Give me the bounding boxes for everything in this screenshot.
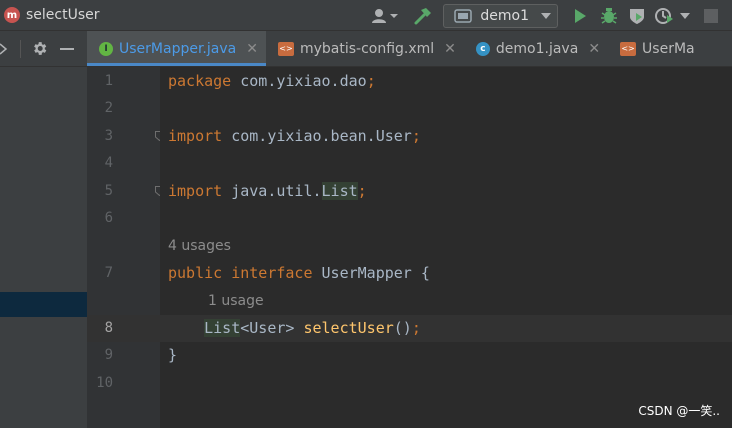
- close-icon[interactable]: ✕: [588, 41, 600, 57]
- project-panel-header: [0, 31, 87, 67]
- tab-demo1-java[interactable]: c demo1.java ✕: [464, 31, 608, 66]
- line-number: 4: [104, 155, 113, 171]
- navigation-breadcrumb[interactable]: m selectUser: [4, 7, 100, 23]
- keyword-token: ;: [357, 182, 367, 200]
- run-configuration-select[interactable]: demo1: [443, 3, 558, 28]
- keyword-token: ;: [366, 72, 376, 90]
- usages-hint[interactable]: 4 usages: [168, 233, 231, 260]
- keyword-token: import: [168, 127, 223, 145]
- code-line[interactable]: [160, 205, 732, 232]
- editor-tabs: I UserMapper.java ✕ <> mybatis-config.xm…: [87, 31, 732, 67]
- close-icon[interactable]: ✕: [246, 41, 258, 57]
- line-number: 2: [104, 100, 113, 116]
- code-token: <User>: [240, 319, 304, 337]
- minimize-icon[interactable]: [60, 42, 74, 56]
- stop-icon[interactable]: [704, 4, 718, 28]
- xml-icon: <>: [620, 41, 637, 56]
- tab-label: mybatis-config.xml: [299, 40, 435, 57]
- line-number: 9: [104, 347, 113, 363]
- code-line[interactable]: [160, 370, 732, 397]
- code-text: package com.yixiao.dao;: [160, 72, 376, 90]
- code-line[interactable]: package com.yixiao.dao;: [160, 68, 732, 95]
- code-line[interactable]: import com.yixiao.bean.User;: [160, 123, 732, 150]
- highlighted-identifier: List: [321, 182, 358, 200]
- run-config-label: demo1: [480, 7, 529, 24]
- close-icon[interactable]: ✕: [444, 41, 456, 57]
- profile-icon[interactable]: [654, 4, 676, 28]
- line-number: 6: [104, 210, 113, 226]
- keyword-token: ;: [411, 319, 421, 337]
- line-number: 8: [104, 320, 113, 336]
- keyword-token: package: [168, 72, 232, 90]
- keyword-token: ;: [411, 127, 421, 145]
- code-text: public interface UserMapper {: [160, 264, 430, 282]
- code-text: }: [160, 346, 177, 364]
- line-number: 3: [104, 128, 113, 144]
- line-number: 5: [104, 183, 113, 199]
- code-token: com.yixiao.dao: [231, 72, 367, 90]
- xml-icon: <>: [277, 41, 294, 56]
- tab-label: demo1.java: [495, 40, 579, 57]
- tab-label: UserMapper.java: [119, 40, 237, 57]
- tab-usermapper-xml[interactable]: <> UserMa: [608, 31, 703, 66]
- project-panel: [0, 31, 87, 428]
- gear-icon[interactable]: [31, 40, 48, 57]
- run-icon[interactable]: [572, 4, 588, 28]
- code-line[interactable]: List<User> selectUser();: [160, 315, 732, 342]
- code-line[interactable]: [160, 95, 732, 122]
- code-line[interactable]: public interface UserMapper {: [160, 260, 732, 287]
- tab-usermapper-java[interactable]: I UserMapper.java ✕: [87, 31, 266, 66]
- interface-icon: I: [99, 41, 113, 56]
- watermark: CSDN @一笑..: [638, 404, 720, 418]
- build-hammer-icon[interactable]: [413, 4, 433, 28]
- code-token: java.util.: [222, 182, 322, 200]
- tab-mybatis-config-xml[interactable]: <> mybatis-config.xml ✕: [266, 31, 464, 66]
- code-line[interactable]: import java.util.List;: [160, 178, 732, 205]
- user-icon[interactable]: [371, 4, 399, 28]
- keyword-token: public: [168, 264, 223, 282]
- toolbar-actions: demo1: [371, 0, 732, 31]
- usages-hint[interactable]: 1 usage: [208, 288, 264, 315]
- keyword-token: import: [168, 182, 223, 200]
- code-line[interactable]: }: [160, 342, 732, 369]
- line-number: 7: [104, 265, 113, 281]
- more-dropdown-icon[interactable]: [680, 4, 690, 28]
- breadcrumb-method-label: selectUser: [26, 7, 100, 23]
- collapse-arrows-icon[interactable]: [0, 41, 10, 57]
- highlighted-identifier: List: [204, 319, 241, 337]
- class-icon: c: [475, 41, 490, 56]
- code-text: List<User> selectUser();: [160, 319, 421, 337]
- code-editor[interactable]: package com.yixiao.dao; import com.yixia…: [160, 67, 732, 428]
- coverage-icon[interactable]: [628, 4, 646, 28]
- code-line[interactable]: [160, 150, 732, 177]
- run-config-icon: [454, 8, 473, 23]
- line-number: 10: [96, 375, 113, 391]
- code-token: UserMapper {: [312, 264, 430, 282]
- selected-tree-row[interactable]: [0, 292, 87, 317]
- code-text: import com.yixiao.bean.User;: [160, 127, 421, 145]
- method-name-token: selectUser: [303, 319, 394, 337]
- chevron-down-icon: [541, 12, 551, 19]
- tab-label: UserMa: [642, 40, 695, 57]
- ide-window: m selectUser demo1 I UserMapper.java ✕ <…: [0, 0, 732, 428]
- keyword-token: interface: [231, 264, 313, 282]
- method-icon: m: [4, 7, 20, 23]
- code-token: }: [168, 346, 178, 364]
- code-text: import java.util.List;: [160, 182, 367, 200]
- line-number: 1: [104, 73, 113, 89]
- code-token: (): [393, 319, 412, 337]
- toolbar-divider: [20, 39, 21, 58]
- code-token: com.yixiao.bean.User: [222, 127, 412, 145]
- main-toolbar: m selectUser demo1: [0, 0, 732, 31]
- debug-icon[interactable]: [600, 4, 618, 28]
